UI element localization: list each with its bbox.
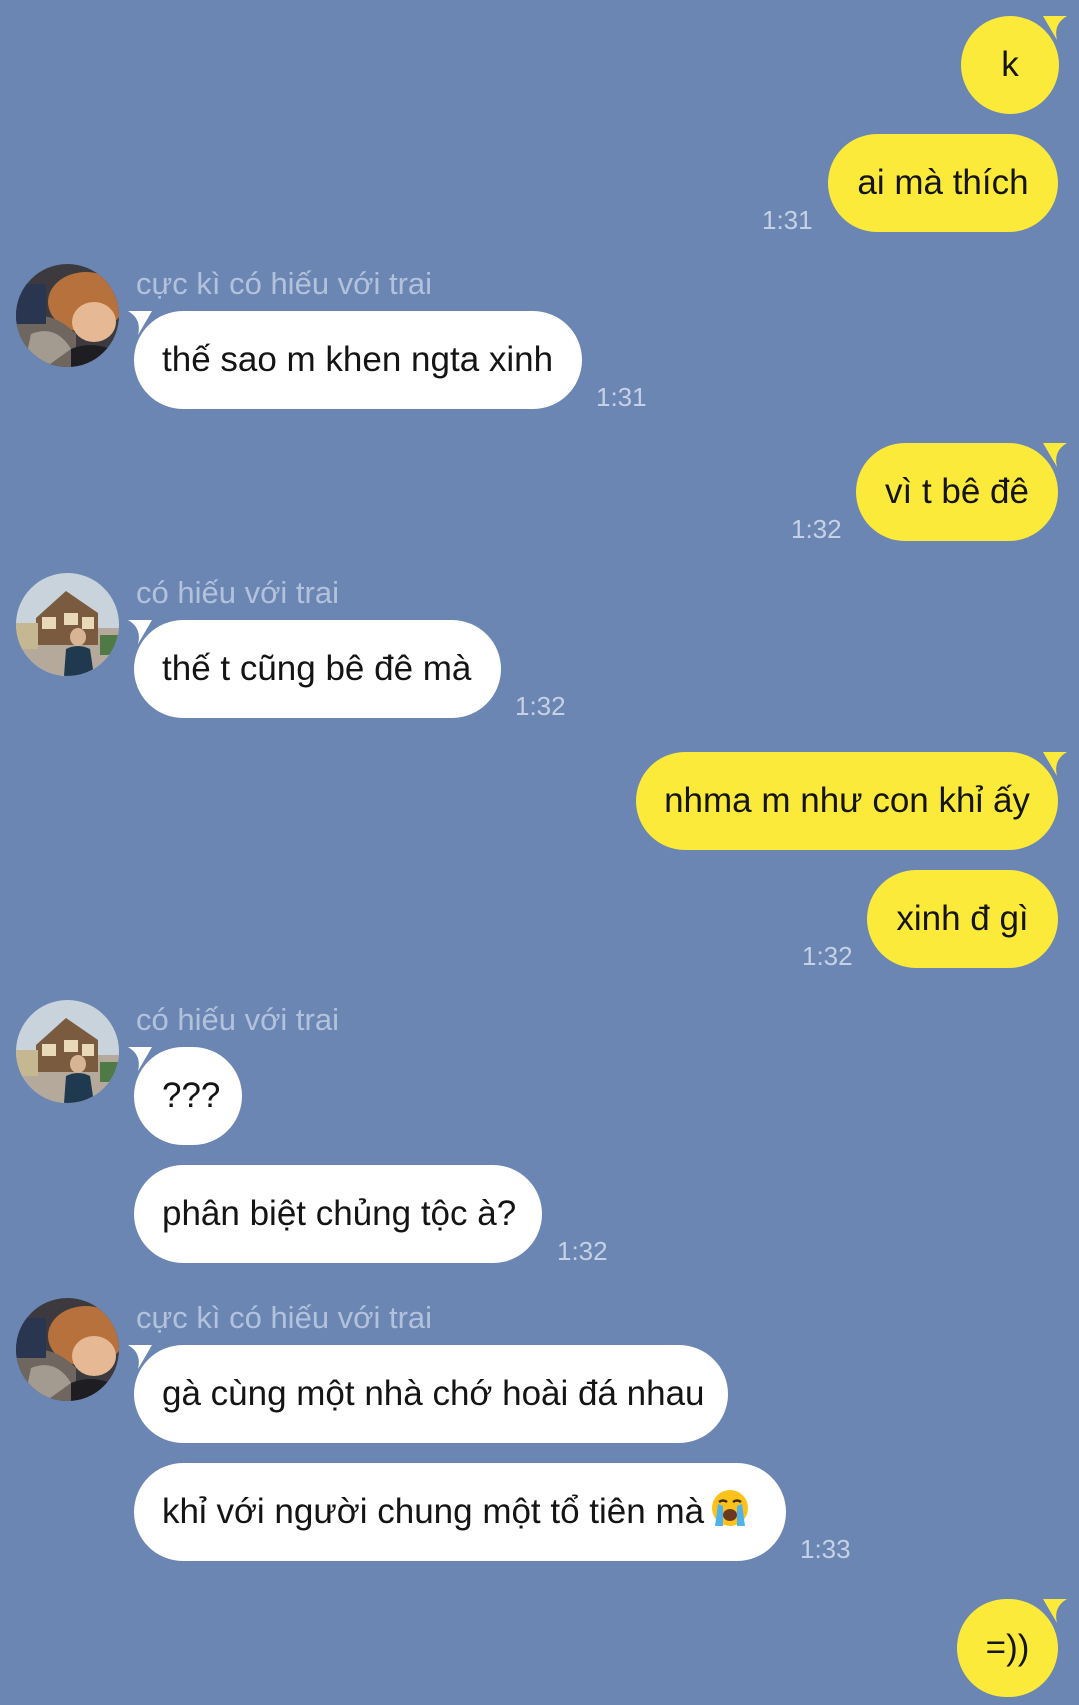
chat-area: k ai mà thích 1:31 cực kì có hiếu với tr…	[0, 0, 1079, 1705]
bubble-tail	[1043, 752, 1067, 776]
message-timestamp: 1:33	[800, 1534, 851, 1564]
avatar-cuc-ki[interactable]	[16, 1298, 119, 1401]
message-bubble-incoming[interactable]: thế t cũng bê đê mà	[134, 620, 501, 718]
sender-name: cực kì có hiếu với trai	[136, 1300, 433, 1335]
sender-name: có hiếu với trai	[136, 575, 339, 610]
avatar-co-hieu[interactable]	[16, 1000, 119, 1103]
message-timestamp: 1:32	[557, 1236, 608, 1266]
message-timestamp: 1:31	[762, 205, 813, 235]
avatar-cuc-ki[interactable]	[16, 264, 119, 367]
profile-photo-icon	[16, 1298, 119, 1401]
profile-photo-icon	[16, 573, 119, 676]
profile-photo-icon	[16, 264, 119, 367]
message-bubble-outgoing[interactable]: nhma m như con khỉ ấy	[636, 752, 1058, 850]
message-timestamp: 1:31	[596, 382, 647, 412]
bubble-tail	[1043, 16, 1067, 40]
message-bubble-incoming[interactable]: ???	[134, 1047, 242, 1145]
message-text: khỉ với người chung một tổ tiên mà	[162, 1492, 705, 1531]
profile-photo-icon	[16, 1000, 119, 1103]
sender-name: cực kì có hiếu với trai	[136, 266, 433, 301]
message-bubble-incoming[interactable]: khỉ với người chung một tổ tiên mà	[134, 1463, 786, 1561]
message-bubble-outgoing[interactable]: xinh đ gì	[867, 870, 1058, 968]
avatar-co-hieu[interactable]	[16, 573, 119, 676]
message-timestamp: 1:32	[515, 691, 566, 721]
sender-name: có hiếu với trai	[136, 1002, 339, 1037]
message-timestamp: 1:32	[791, 514, 842, 544]
message-bubble-outgoing[interactable]: vì t bê đê	[856, 443, 1058, 541]
message-bubble-incoming[interactable]: thế sao m khen ngta xinh	[134, 311, 582, 409]
message-bubble-incoming[interactable]: gà cùng một nhà chớ hoài đá nhau	[134, 1345, 728, 1443]
message-bubble-incoming[interactable]: phân biệt chủng tộc à?	[134, 1165, 542, 1263]
message-bubble-outgoing[interactable]: ai mà thích	[828, 134, 1058, 232]
loudly-crying-face-icon	[712, 1490, 749, 1526]
bubble-tail	[1043, 1599, 1067, 1623]
bubble-tail	[1043, 443, 1067, 467]
message-timestamp: 1:32	[802, 941, 853, 971]
